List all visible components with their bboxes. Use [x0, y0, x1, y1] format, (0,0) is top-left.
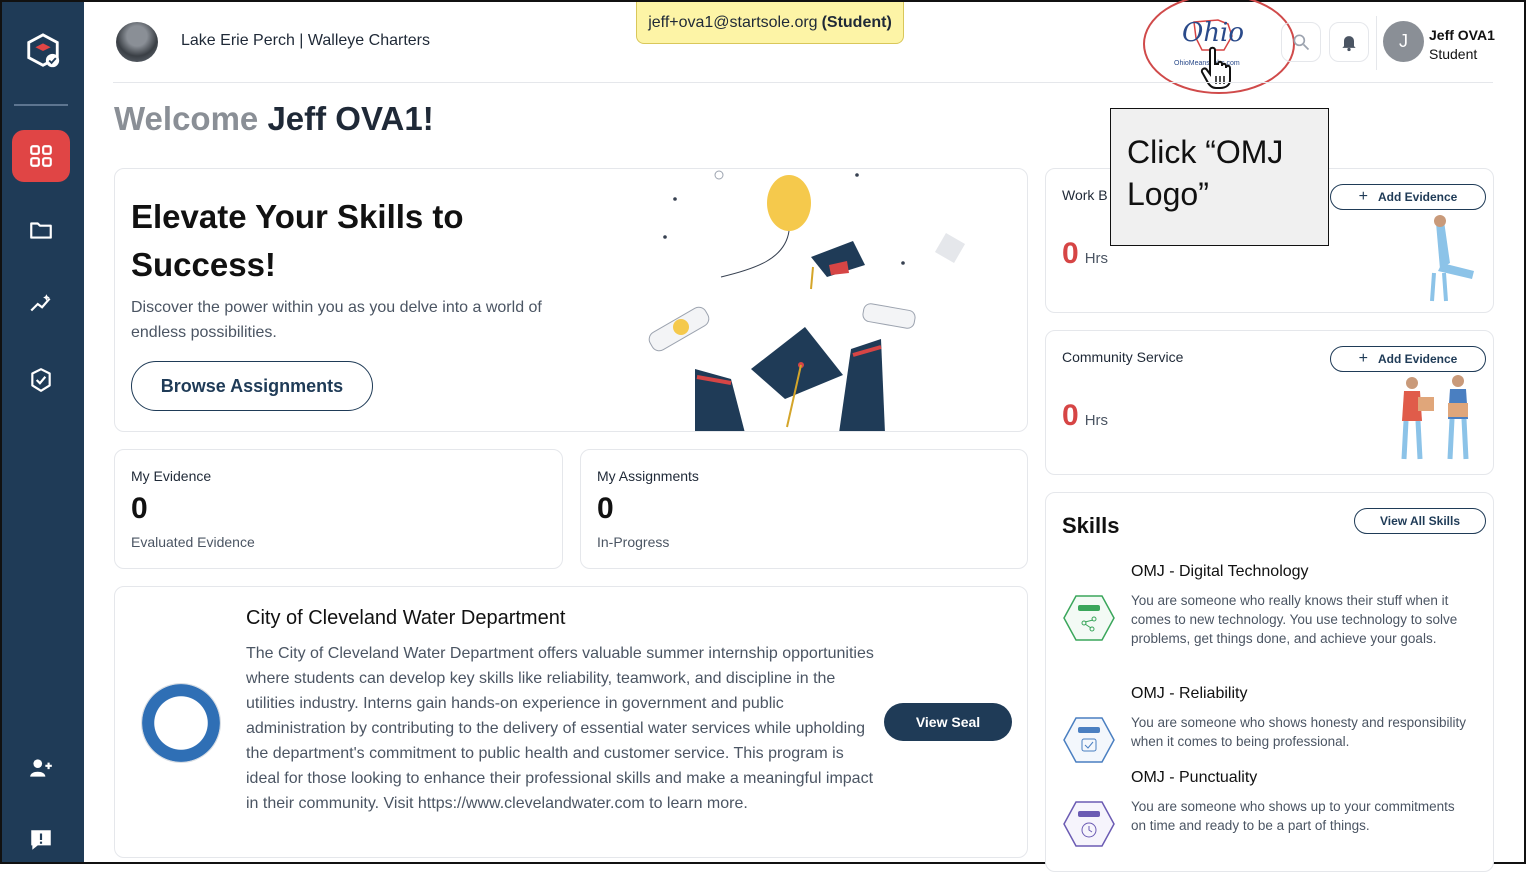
punctuality-badge-icon — [1063, 801, 1115, 847]
omj-logo-text: Ohio — [1182, 18, 1245, 48]
skill-title: OMJ - Digital Technology — [1131, 563, 1309, 580]
opportunity-card: City of Cleveland Water Department The C… — [114, 586, 1028, 858]
add-evidence-button[interactable]: + Add Evidence — [1330, 346, 1486, 372]
digital-technology-badge-icon — [1063, 595, 1115, 641]
graduation-illustration — [648, 170, 966, 431]
reliability-badge-icon — [1063, 717, 1115, 763]
header-divider — [1376, 16, 1377, 70]
community-hours: 0 Hrs — [1062, 399, 1108, 433]
user-avatar[interactable]: J — [1383, 21, 1424, 62]
sidebar-item-growth[interactable] — [12, 278, 70, 330]
work-based-label: Work B — [1062, 187, 1108, 203]
stat-value: 0 — [131, 492, 148, 525]
notifications-button[interactable] — [1329, 22, 1369, 62]
skill-description: You are someone who shows honesty and re… — [1131, 715, 1466, 749]
sidebar-item-badges[interactable] — [12, 354, 70, 406]
skills-title: Skills — [1062, 513, 1120, 538]
community-service-card: Community Service 0 Hrs + Add Evidence — [1045, 330, 1494, 475]
community-illustration — [1401, 375, 1469, 460]
hours-unit: Hrs — [1084, 250, 1109, 267]
student-role-tag: (Student) — [821, 13, 892, 31]
folder-icon — [30, 222, 52, 239]
skill-description: You are someone who shows up to your com… — [1131, 799, 1455, 833]
bell-icon — [1342, 36, 1356, 52]
sidebar-item-dashboard[interactable] — [12, 130, 70, 182]
work-illustration — [1430, 215, 1474, 302]
browse-assignments-button[interactable]: Browse Assignments — [131, 361, 373, 411]
hero-card: Elevate Your Skills to Success! Discover… — [114, 168, 1028, 432]
search-button[interactable] — [1281, 22, 1321, 62]
callout-line-2: Logo” — [1127, 176, 1209, 212]
user-name[interactable]: Jeff OVA1 — [1429, 27, 1495, 43]
my-evidence-card[interactable]: My Evidence 0 Evaluated Evidence — [114, 449, 563, 569]
search-icon — [1293, 34, 1310, 51]
hours-value: 0 — [1062, 399, 1079, 432]
hand-cursor-icon — [1198, 46, 1238, 90]
community-service-label: Community Service — [1062, 349, 1184, 365]
dashboard-icon — [30, 145, 52, 167]
add-evidence-label: Add Evidence — [1377, 190, 1458, 204]
sidebar-item-folder[interactable] — [12, 204, 70, 256]
student-banner: jeff+ova1@startsole.org (Student) — [636, 2, 904, 44]
welcome-prefix: Welcome — [114, 100, 259, 137]
add-evidence-label: Add Evidence — [1377, 352, 1458, 366]
app-logo-icon[interactable] — [24, 32, 62, 70]
sidebar — [2, 2, 84, 862]
org-avatar[interactable] — [116, 22, 158, 62]
view-all-skills-button[interactable]: View All Skills — [1354, 508, 1486, 534]
stat-value: 0 — [597, 492, 614, 525]
my-assignments-card[interactable]: My Assignments 0 In-Progress — [580, 449, 1028, 569]
student-email: jeff+ova1@startsole.org — [648, 13, 818, 31]
sidebar-item-feedback[interactable] — [12, 814, 70, 866]
plus-icon: + — [1358, 350, 1368, 367]
welcome-heading: Welcome Jeff OVA1! — [114, 100, 434, 138]
stat-sublabel: In-Progress — [597, 534, 670, 550]
plus-icon: + — [1358, 188, 1368, 205]
work-based-hours: 0 Hrs — [1062, 237, 1108, 271]
feedback-icon — [31, 830, 51, 850]
skill-title: OMJ - Punctuality — [1131, 769, 1258, 786]
stat-label: My Assignments — [597, 468, 699, 484]
opportunity-description: The City of Cleveland Water Department o… — [246, 645, 874, 812]
instruction-callout: Click “OMJ Logo” — [1110, 108, 1329, 246]
hours-value: 0 — [1062, 237, 1079, 270]
opportunity-title: City of Cleveland Water Department — [246, 607, 566, 629]
sidebar-divider — [14, 104, 68, 106]
callout-line-1: Click “OMJ — [1127, 134, 1284, 170]
sparkle-chart-icon — [30, 294, 51, 312]
org-name[interactable]: Lake Erie Perch | Walleye Charters — [181, 32, 430, 50]
hours-unit: Hrs — [1084, 412, 1109, 429]
cleveland-water-logo — [141, 683, 221, 763]
hero-description: Discover the power within you as you del… — [131, 299, 542, 341]
hero-title: Elevate Your Skills to Success! — [131, 198, 464, 283]
skill-title: OMJ - Reliability — [1131, 685, 1248, 702]
user-role: Student — [1429, 46, 1478, 62]
welcome-user-name: Jeff OVA1! — [267, 100, 434, 137]
header-divider-line — [113, 82, 1493, 83]
skills-card: Skills View All Skills OMJ - Digital Tec… — [1045, 492, 1494, 872]
sidebar-item-add-user[interactable] — [12, 742, 70, 794]
stat-label: My Evidence — [131, 468, 212, 484]
view-seal-button[interactable]: View Seal — [884, 703, 1012, 741]
add-evidence-button[interactable]: + Add Evidence — [1330, 184, 1486, 210]
add-user-icon — [30, 759, 52, 777]
stat-sublabel: Evaluated Evidence — [131, 534, 255, 550]
badge-check-icon — [31, 368, 51, 392]
skill-description: You are someone who really knows their s… — [1131, 593, 1458, 646]
